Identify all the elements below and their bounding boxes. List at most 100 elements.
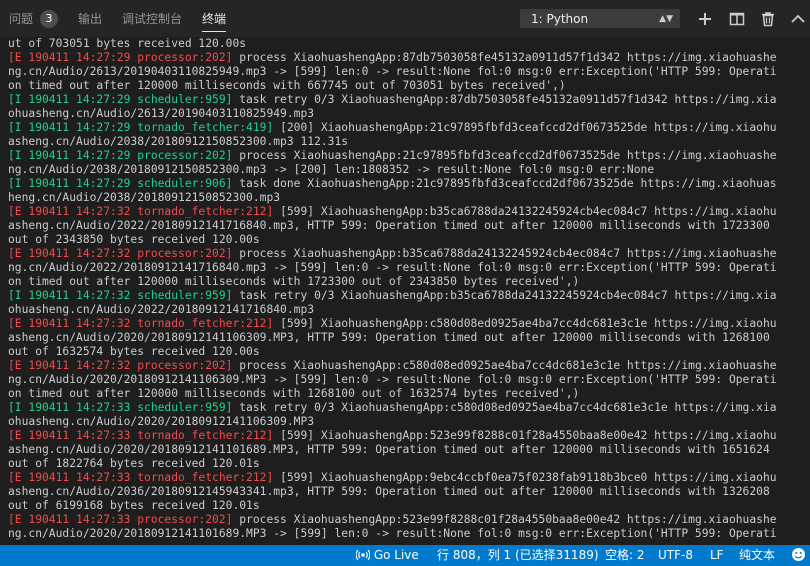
- log-text: ohuasheng.cn/Audio/2022/2018091214171684…: [8, 303, 315, 316]
- chevron-up-icon[interactable]: [789, 10, 807, 28]
- terminal-line: on timed out after 120000 milliseconds w…: [8, 79, 802, 93]
- terminal-line: ut of 703051 bytes received 120.00s: [8, 37, 802, 51]
- terminal-line: [E 190411 14:27:32 processor:202] proces…: [8, 247, 802, 261]
- terminal-line: asheng.cn/Audio/2038/20180912150852300.m…: [8, 135, 802, 149]
- tab-problems-label: 问题: [9, 12, 34, 26]
- log-tag: [E 190411 14:27:33 tornado_fetcher:212]: [8, 429, 274, 442]
- tab-problems[interactable]: 问题 3: [9, 0, 59, 37]
- terminal-line: [I 190411 14:27:33 scheduler:959] task r…: [8, 401, 802, 415]
- log-tag: [E 190411 14:27:32 processor:202]: [8, 247, 233, 260]
- terminal-select[interactable]: 1: Python ▲▼: [520, 9, 680, 28]
- log-text: ng.cn/Audio/2022/20180912141716840.mp3 -…: [8, 261, 777, 274]
- terminal-line: asheng.cn/Audio/2020/20180912141101689.M…: [8, 443, 802, 457]
- terminal-line: [E 190411 14:27:32 tornado_fetcher:212] …: [8, 317, 802, 331]
- log-text: out of 1632574 bytes received 120.00s: [8, 345, 260, 358]
- terminal-line: ng.cn/Audio/2022/20180912141716840.mp3 -…: [8, 261, 802, 275]
- log-text: process XiaohuashengApp:523e99f8288c01f2…: [232, 513, 777, 526]
- log-text: ng.cn/Audio/2020/20180912141106309.MP3 -…: [8, 373, 777, 386]
- broadcast-icon: [355, 549, 371, 561]
- log-text: task done XiaohuashengApp:21c97895fbfd3c…: [232, 177, 777, 190]
- log-text: ng.cn/Audio/2613/20190403110825949.mp3 -…: [8, 65, 777, 78]
- terminal-line: [I 190411 14:27:29 scheduler:906] task d…: [8, 177, 802, 191]
- log-text: out of 6199168 bytes received 120.01s: [8, 499, 260, 512]
- log-text: process XiaohuashengApp:21c97895fbfd3cea…: [232, 149, 777, 162]
- terminal-line: asheng.cn/Audio/2022/20180912141716840.m…: [8, 219, 802, 233]
- log-text: ohuasheng.cn/Audio/2613/2019040311082594…: [8, 107, 315, 120]
- terminal-line: [I 190411 14:27:32 scheduler:959] task r…: [8, 289, 802, 303]
- terminal-line: [E 190411 14:27:33 processor:202] proces…: [8, 513, 802, 527]
- log-tag: [I 190411 14:27:32 scheduler:959]: [8, 289, 233, 302]
- terminal-line: ng.cn/Audio/2613/20190403110825949.mp3 -…: [8, 65, 802, 79]
- log-text: process XiaohuashengApp:c580d08ed0925ae4…: [232, 359, 777, 372]
- log-tag: [I 190411 14:27:29 processor:202]: [8, 149, 233, 162]
- terminal-line: on timed out after 120000 milliseconds w…: [8, 275, 802, 289]
- terminal-line: [E 190411 14:27:32 processor:202] proces…: [8, 359, 802, 373]
- log-text: process XiaohuashengApp:b35ca6788da24132…: [232, 247, 777, 260]
- log-tag: [E 190411 14:27:32 processor:202]: [8, 359, 233, 372]
- log-text: [200] XiaohuashengApp:21c97895fbfd3ceafc…: [273, 121, 777, 134]
- terminal-line: on timed out after 120000 milliseconds w…: [8, 387, 802, 401]
- log-tag: [E 190411 14:27:32 tornado_fetcher:212]: [8, 317, 274, 330]
- terminal-output[interactable]: ut of 703051 bytes received 120.00s [E 19…: [8, 37, 802, 545]
- terminal-line: ohuasheng.cn/Audio/2613/2019040311082594…: [8, 107, 802, 121]
- terminal-line: asheng.cn/Audio/2036/20180912145943341.m…: [8, 485, 802, 499]
- terminal-line: ng.cn/Audio/2020/20180912141101689.MP3 -…: [8, 527, 802, 541]
- encoding-setting[interactable]: UTF-8: [658, 545, 693, 566]
- split-icon[interactable]: [728, 10, 746, 28]
- terminal-line: [E 190411 14:27:29 processor:202] proces…: [8, 51, 802, 65]
- log-text: [599] XiaohuashengApp:b35ca6788da2413224…: [273, 205, 777, 218]
- terminal-line: out of 2343850 bytes received 120.00s: [8, 233, 802, 247]
- plus-icon[interactable]: [696, 10, 714, 28]
- log-tag: [E 190411 14:27:32 tornado_fetcher:212]: [8, 205, 274, 218]
- select-arrows-icon: ▲▼: [659, 14, 673, 24]
- log-text: task retry 0/3 XiaohuashengApp:b35ca6788…: [232, 289, 777, 302]
- terminal-line: out of 6199168 bytes received 120.01s: [8, 499, 802, 513]
- terminal-line: [I 190411 14:27:29 scheduler:959] task r…: [8, 93, 802, 107]
- log-text: asheng.cn/Audio/2020/20180912141101689.M…: [8, 443, 770, 456]
- terminal-line: [E 190411 14:27:32 tornado_fetcher:212] …: [8, 205, 802, 219]
- log-text: on timed out after 120000 milliseconds w…: [8, 387, 580, 400]
- tab-terminal-label: 终端: [202, 12, 227, 26]
- indentation-setting[interactable]: 空格: 2: [605, 545, 645, 566]
- go-live-label: Go Live: [373, 548, 419, 562]
- terminal-line: ng.cn/Audio/2038/20180912150852300.mp3 -…: [8, 163, 802, 177]
- log-text: task retry 0/3 XiaohuashengApp:c580d08ed…: [232, 401, 777, 414]
- tab-terminal[interactable]: 终端: [202, 0, 227, 37]
- log-text: out of 1822764 bytes received 120.01s: [8, 457, 260, 470]
- language-mode[interactable]: 纯文本: [739, 545, 775, 566]
- terminal-select-value: 1: Python: [531, 12, 589, 26]
- log-text: on timed out after 120000 milliseconds w…: [8, 79, 566, 92]
- log-tag: [I 190411 14:27:29 scheduler:906]: [8, 177, 233, 190]
- log-text: on timed out after 120000 milliseconds w…: [8, 275, 580, 288]
- terminal-line: asheng.cn/Audio/2020/20180912141106309.M…: [8, 331, 802, 345]
- problems-count-badge: 3: [40, 9, 59, 28]
- terminal-line: ohuasheng.cn/Audio/2022/2018091214171684…: [8, 303, 802, 317]
- log-text: asheng.cn/Audio/2020/20180912141106309.M…: [8, 331, 770, 344]
- log-tag: [I 190411 14:27:29 scheduler:959]: [8, 93, 233, 106]
- go-live-button[interactable]: Go Live: [355, 545, 419, 566]
- tab-debug-console[interactable]: 调试控制台: [122, 0, 182, 37]
- terminal-line: out of 1632574 bytes received 120.00s: [8, 345, 802, 359]
- smiley-icon[interactable]: [791, 545, 806, 566]
- panel-header: 问题 3 输出 调试控制台 终端 1: Python ▲▼: [0, 0, 810, 37]
- log-text: heng.cn/Audio/2038/20180912150852300.mp3: [8, 191, 281, 204]
- status-bar: Go Live 行 808，列 1 (已选择31189) 空格: 2 UTF-8…: [0, 545, 810, 566]
- log-tag: [I 190411 14:27:29 tornado_fetcher:419]: [8, 121, 274, 134]
- tab-output[interactable]: 输出: [78, 0, 102, 37]
- log-text: asheng.cn/Audio/2036/20180912145943341.m…: [8, 485, 770, 498]
- terminal-line: ng.cn/Audio/2020/20180912141106309.MP3 -…: [8, 373, 802, 387]
- log-text: task retry 0/3 XiaohuashengApp:87db75030…: [232, 93, 777, 106]
- log-text: [599] XiaohuashengApp:523e99f8288c01f28a…: [273, 429, 777, 442]
- eol-setting[interactable]: LF: [710, 545, 724, 566]
- terminal-line: [E 190411 14:27:33 tornado_fetcher:212] …: [8, 471, 802, 485]
- log-tag: [E 190411 14:27:33 processor:202]: [8, 513, 233, 526]
- log-text: process XiaohuashengApp:87db7503058fe451…: [232, 51, 777, 64]
- terminal-line: [E 190411 14:27:33 tornado_fetcher:212] …: [8, 429, 802, 443]
- terminal-line: [I 190411 14:27:29 tornado_fetcher:419] …: [8, 121, 802, 135]
- log-text: [599] XiaohuashengApp:c580d08ed0925ae4ba…: [273, 317, 777, 330]
- cursor-position[interactable]: 行 808，列 1 (已选择31189): [437, 545, 599, 566]
- log-tag: [E 190411 14:27:33 tornado_fetcher:212]: [8, 471, 274, 484]
- log-text: asheng.cn/Audio/2022/20180912141716840.m…: [8, 219, 770, 232]
- trash-icon[interactable]: [759, 10, 777, 28]
- log-tag: [E 190411 14:27:29 processor:202]: [8, 51, 233, 64]
